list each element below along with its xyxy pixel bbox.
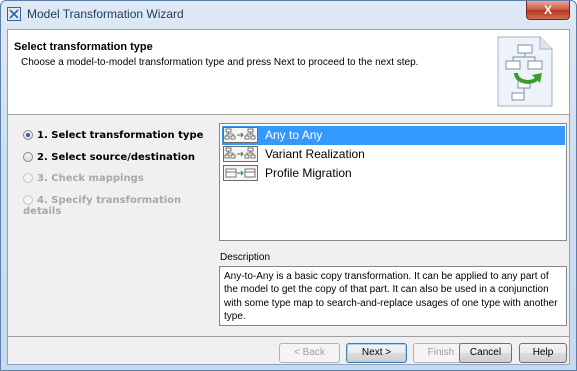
help-button[interactable]: Help: [519, 343, 567, 363]
back-button[interactable]: < Back: [279, 343, 340, 363]
app-icon: [7, 7, 21, 21]
title-bar[interactable]: Model Transformation Wizard X: [1, 1, 576, 29]
variant-realization-icon: [223, 146, 258, 162]
profile-migration-icon: [223, 165, 258, 181]
list-item-any-to-any[interactable]: Any to Any: [222, 126, 565, 145]
window-title: Model Transformation Wizard: [27, 7, 184, 21]
step-select-source-destination[interactable]: 2. Select source/destination: [23, 152, 195, 163]
transformation-diagram-icon: [497, 36, 553, 107]
wizard-header: Select transformation type Choose a mode…: [8, 30, 569, 115]
list-item-profile-migration[interactable]: Profile Migration: [222, 164, 565, 183]
step-radio-selected-icon: [23, 130, 33, 140]
header-description: Choose a model-to-model transformation t…: [21, 57, 419, 68]
any-to-any-icon: [223, 127, 258, 143]
list-item-label: Variant Realization: [265, 147, 365, 161]
list-item-label: Profile Migration: [265, 166, 352, 180]
wizard-client-area: Select transformation type Choose a mode…: [7, 29, 570, 365]
step-radio-icon: [23, 195, 33, 205]
step-check-mappings: 3. Check mappings: [23, 173, 144, 184]
step-radio-icon: [23, 152, 33, 162]
next-button[interactable]: Next >: [346, 343, 407, 363]
description-text: Any-to-Any is a basic copy transformatio…: [219, 266, 567, 326]
step-label: 2. Select source/destination: [37, 152, 196, 163]
wizard-window: Model Transformation Wizard X Select tra…: [0, 0, 577, 371]
transformation-type-list[interactable]: Any to Any Variant Realization Profile M…: [219, 123, 567, 241]
step-label: 1. Select transformation type: [37, 130, 204, 141]
description-label: Description: [220, 252, 271, 263]
footer-divider: [8, 336, 569, 337]
header-title: Select transformation type: [14, 41, 153, 53]
step-select-transformation-type[interactable]: 1. Select transformation type: [23, 130, 203, 141]
cancel-button[interactable]: Cancel: [459, 343, 512, 363]
list-item-label: Any to Any: [265, 128, 323, 142]
step-label: 4. Specify transformation details: [23, 195, 182, 217]
list-item-variant-realization[interactable]: Variant Realization: [222, 145, 565, 164]
step-radio-icon: [23, 173, 33, 183]
step-label: 3. Check mappings: [37, 173, 144, 184]
close-button[interactable]: X: [526, 1, 570, 20]
step-specify-transformation-details: 4. Specify transformation details: [23, 195, 213, 217]
wizard-steps: 1. Select transformation type 2. Select …: [8, 115, 213, 335]
